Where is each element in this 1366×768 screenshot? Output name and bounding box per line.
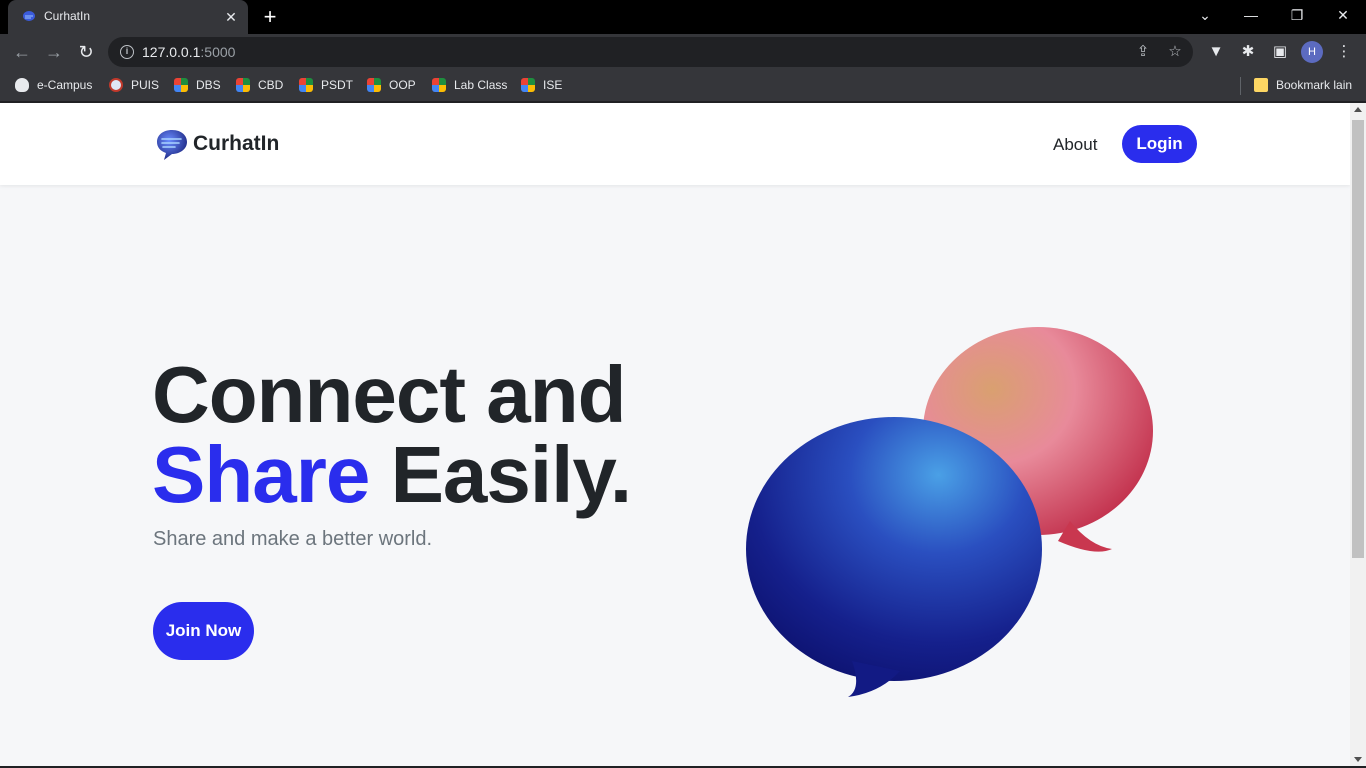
reload-icon[interactable]: ↻	[73, 39, 99, 65]
close-icon[interactable]: ✕	[222, 8, 240, 26]
minimize-button[interactable]: —	[1228, 0, 1274, 30]
tab-search-icon[interactable]: ⌄	[1182, 0, 1228, 30]
bookmark-item[interactable]: DBS	[174, 77, 221, 93]
back-icon[interactable]: ←	[9, 39, 35, 65]
blue-bubble	[746, 417, 1042, 697]
other-bookmarks[interactable]: Bookmark lain	[1254, 77, 1352, 93]
tab-title: CurhatIn	[44, 9, 91, 23]
info-icon[interactable]: i	[120, 45, 134, 59]
meet-icon	[521, 78, 535, 92]
browser-toolbar: ← → ↻ i 127.0.0.1:5000 ⇪ ☆ ▼ ✱ ▣ H ⋮	[0, 34, 1366, 69]
bookmark-item[interactable]: PUIS	[109, 77, 159, 93]
browser-tab[interactable]: CurhatIn ✕	[8, 0, 248, 34]
side-panel-icon[interactable]: ▣	[1270, 42, 1290, 62]
hero-heading: Connect and Share Easily.	[152, 350, 632, 515]
hero-accent-word: Share	[152, 430, 370, 519]
site-navbar: CurhatIn About Login	[0, 103, 1350, 185]
address-bar[interactable]: i 127.0.0.1:5000 ⇪ ☆	[108, 37, 1193, 67]
meet-icon	[367, 78, 381, 92]
bookmark-item[interactable]: CBD	[236, 77, 283, 93]
hero-line-2-rest: Easily.	[369, 430, 633, 519]
bookmark-item[interactable]: e-Campus	[15, 77, 92, 93]
extension-v-icon[interactable]: ▼	[1206, 42, 1226, 62]
scroll-up-arrow-icon[interactable]	[1354, 107, 1362, 112]
share-icon[interactable]: ⇪	[1134, 43, 1152, 61]
extensions-puzzle-icon[interactable]: ✱	[1238, 42, 1258, 62]
scroll-thumb[interactable]	[1352, 120, 1364, 558]
meet-icon	[174, 78, 188, 92]
brand-link[interactable]: CurhatIn	[155, 127, 279, 161]
bookmark-star-icon[interactable]: ☆	[1166, 43, 1184, 61]
brand-name: CurhatIn	[193, 132, 280, 155]
bookmark-item[interactable]: PSDT	[299, 77, 353, 93]
restore-button[interactable]: ❐	[1274, 0, 1320, 30]
url-text: 127.0.0.1:5000	[142, 44, 236, 60]
hero-subtitle: Share and make a better world.	[153, 528, 433, 550]
chat-bubble-icon	[23, 11, 35, 21]
scroll-down-arrow-icon[interactable]	[1354, 757, 1362, 762]
new-tab-button[interactable]: +	[258, 5, 282, 29]
bookmark-item[interactable]: Lab Class	[432, 77, 507, 93]
tab-strip: CurhatIn ✕ + ⌄ — ❐ ✕	[0, 0, 1366, 34]
hero-line-2: Share Easily.	[152, 435, 632, 515]
close-window-button[interactable]: ✕	[1320, 0, 1366, 30]
folder-icon	[1254, 78, 1268, 92]
bookmark-divider	[1240, 77, 1241, 95]
chat-bubbles-illustration	[746, 327, 1153, 697]
bookmark-item[interactable]: OOP	[367, 77, 416, 93]
puis-icon	[109, 78, 123, 92]
chat-logo-icon	[157, 130, 187, 160]
login-button[interactable]: Login	[1122, 125, 1197, 163]
join-now-button[interactable]: Join Now	[153, 602, 254, 660]
hero-line-1: Connect and	[152, 350, 626, 439]
meet-icon	[299, 78, 313, 92]
page-scrollbar[interactable]	[1350, 103, 1366, 766]
meet-icon	[236, 78, 250, 92]
nav-about-link[interactable]: About	[1053, 135, 1097, 155]
profile-avatar[interactable]: H	[1301, 41, 1323, 63]
bookmarks-bar: e-Campus PUIS DBS CBD PSDT OOP Lab Class…	[0, 69, 1366, 102]
menu-kebab-icon[interactable]: ⋮	[1334, 42, 1354, 62]
meet-icon	[432, 78, 446, 92]
forward-icon[interactable]: →	[41, 39, 67, 65]
campus-icon	[15, 78, 29, 92]
page-viewport: CurhatIn About Login Connect and Share E…	[0, 103, 1350, 766]
bookmark-item[interactable]: ISE	[521, 77, 562, 93]
